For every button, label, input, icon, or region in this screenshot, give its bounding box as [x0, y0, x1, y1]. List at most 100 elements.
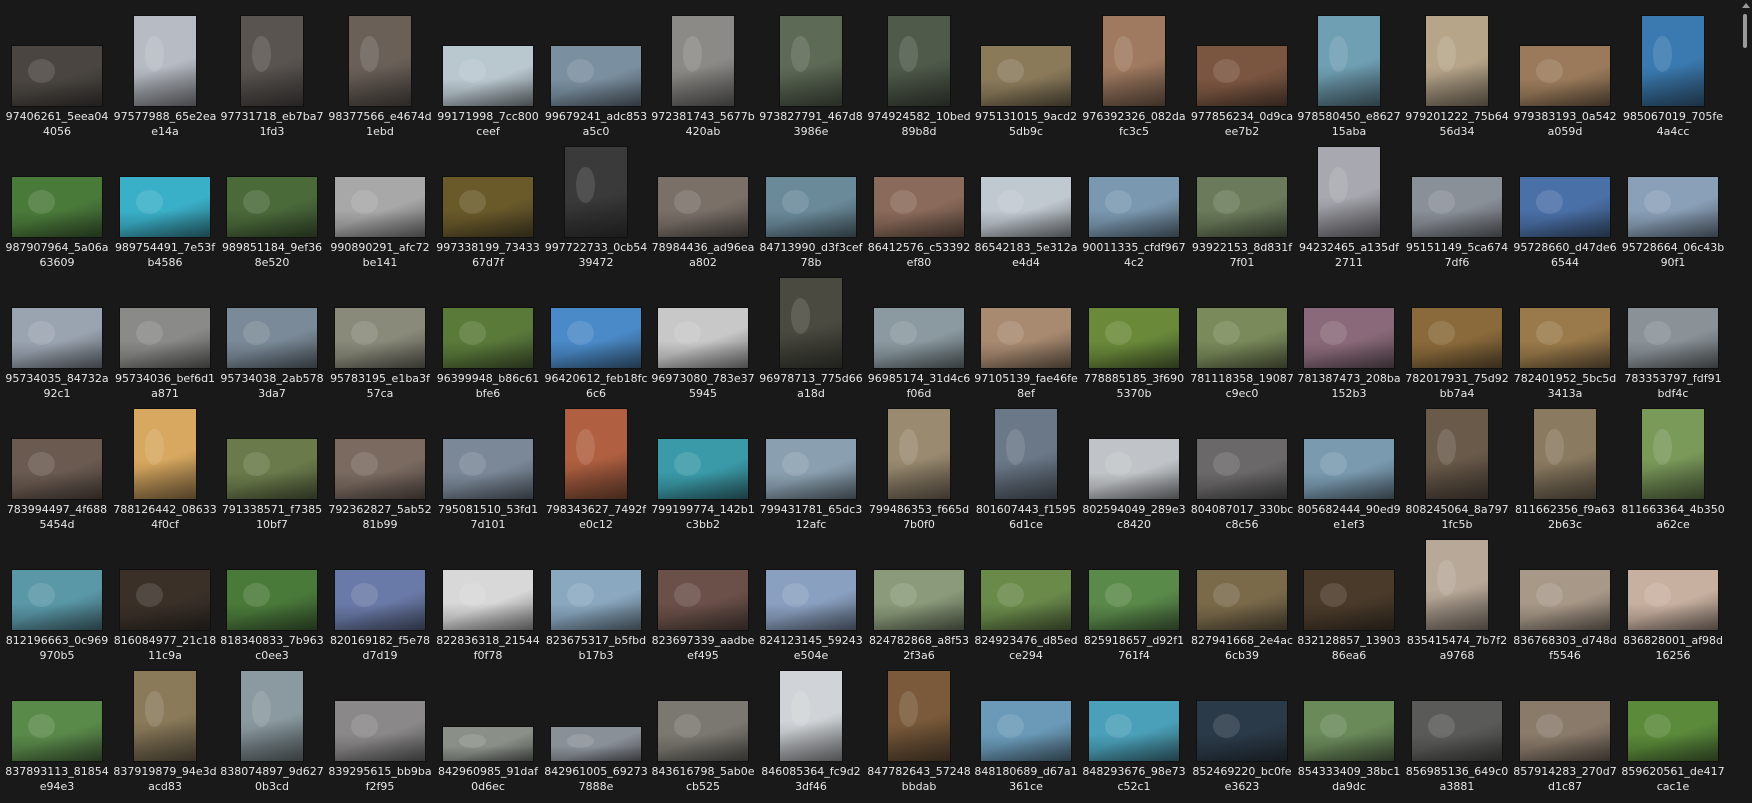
file-item[interactable]: 838074897_9d627 0b3cd [220, 660, 324, 793]
file-item[interactable]: 835415474_7b7f2 a9768 [1405, 529, 1509, 662]
scroll-up-arrow-icon[interactable] [1742, 3, 1750, 8]
file-item[interactable]: 808245064_8a797 1fc5b [1405, 398, 1509, 531]
file-item[interactable]: 95151149_5ca674 7df6 [1405, 136, 1509, 269]
file-item[interactable]: 822836318_21544 f0f78 [436, 529, 540, 662]
file-item[interactable]: 816084977_21c18 11c9a [113, 529, 217, 662]
file-item[interactable]: 978580450_e8627 15aba [1297, 5, 1401, 138]
file-item[interactable]: 97105139_fae46fe 8ef [974, 267, 1078, 400]
file-item[interactable]: 824123145_59243 e504e [759, 529, 863, 662]
file-item[interactable]: 805682444_90ed9 e1ef3 [1297, 398, 1401, 531]
file-item[interactable]: 801607443_f1595 6d1ce [974, 398, 1078, 531]
file-item[interactable]: 837893113_81854 e94e3 [5, 660, 109, 793]
file-item[interactable]: 846085364_fc9d2 3df46 [759, 660, 863, 793]
file-item[interactable]: 974924582_10bed 89b8d [867, 5, 971, 138]
file-item[interactable]: 95728660_d47de6 6544 [1513, 136, 1617, 269]
file-item[interactable]: 97577988_65e2ea e14a [113, 5, 217, 138]
file-item[interactable]: 989851184_9ef36 8e520 [220, 136, 324, 269]
file-item[interactable]: 972381743_5677b 420ab [651, 5, 755, 138]
file-item[interactable]: 86542183_5e312a e4d4 [974, 136, 1078, 269]
file-item[interactable]: 799431781_65dc3 12afc [759, 398, 863, 531]
file-item[interactable]: 783994497_4f688 5454d [5, 398, 109, 531]
file-item[interactable]: 783353797_fdf91 bdf4c [1621, 267, 1725, 400]
file-item[interactable]: 95734038_2ab578 3da7 [220, 267, 324, 400]
file-item[interactable]: 95734035_84732a 92c1 [5, 267, 109, 400]
file-item[interactable]: 84713990_d3f3cef 78b [759, 136, 863, 269]
file-item[interactable]: 811662356_f9a63 2b63c [1513, 398, 1617, 531]
file-item[interactable]: 990890291_afc72 be141 [328, 136, 432, 269]
file-item[interactable]: 811663364_4b350 a62ce [1621, 398, 1725, 531]
file-item[interactable]: 842960985_91daf 0d6ec [436, 660, 540, 793]
file-item[interactable]: 93922153_8d831f 7f01 [1190, 136, 1294, 269]
file-item[interactable]: 825918657_d92f1 761f4 [1082, 529, 1186, 662]
file-item[interactable]: 842961005_69273 7888e [544, 660, 648, 793]
file-item[interactable]: 848180689_d67a1 361ce [974, 660, 1078, 793]
file-item[interactable]: 812196663_0c969 970b5 [5, 529, 109, 662]
file-item[interactable]: 99679241_adc853 a5c0 [544, 5, 648, 138]
file-item[interactable]: 782401952_5bc5d 3413a [1513, 267, 1617, 400]
file-item[interactable]: 856985136_649c0 a3881 [1405, 660, 1509, 793]
file-item[interactable]: 979201222_75b64 56d34 [1405, 5, 1509, 138]
scrollbar-thumb[interactable] [1743, 14, 1747, 48]
file-item[interactable]: 859620561_de417 cac1e [1621, 660, 1725, 793]
file-item[interactable]: 781118358_19087 c9ec0 [1190, 267, 1294, 400]
file-item[interactable]: 827941668_2e4ac 6cb39 [1190, 529, 1294, 662]
file-item[interactable]: 96399948_b86c61 bfe6 [436, 267, 540, 400]
file-item[interactable]: 86412576_c53392 ef80 [867, 136, 971, 269]
file-item[interactable]: 778885185_3f690 5370b [1082, 267, 1186, 400]
file-item[interactable]: 781387473_208ba 152b3 [1297, 267, 1401, 400]
file-item[interactable]: 96978713_775d66 a18d [759, 267, 863, 400]
thumbnail-frame [440, 538, 536, 630]
file-item[interactable]: 95783195_e1ba3f 57ca [328, 267, 432, 400]
file-item[interactable]: 98377566_e4674d 1ebd [328, 5, 432, 138]
file-item[interactable]: 792362827_5ab52 81b99 [328, 398, 432, 531]
file-item[interactable]: 95728664_06c43b 90f1 [1621, 136, 1725, 269]
file-item[interactable]: 997722733_0cb54 39472 [544, 136, 648, 269]
file-item[interactable]: 836828001_af98d 16256 [1621, 529, 1725, 662]
file-item[interactable]: 836768303_d748d f5546 [1513, 529, 1617, 662]
file-item[interactable]: 824923476_d85ed ce294 [974, 529, 1078, 662]
file-item[interactable]: 99171998_7cc800 ceef [436, 5, 540, 138]
file-item[interactable]: 95734036_bef6d1 a871 [113, 267, 217, 400]
file-item[interactable]: 857914283_270d7 d1c87 [1513, 660, 1617, 793]
file-item[interactable]: 985067019_705fe 4a4cc [1621, 5, 1725, 138]
file-item[interactable]: 799486353_f665d 7b0f0 [867, 398, 971, 531]
file-item[interactable]: 94232465_a135df 2711 [1297, 136, 1401, 269]
file-item[interactable]: 798343627_7492f e0c12 [544, 398, 648, 531]
file-item[interactable]: 799199774_142b1 c3bb2 [651, 398, 755, 531]
file-item[interactable]: 832128857_13903 86ea6 [1297, 529, 1401, 662]
file-item[interactable]: 791338571_f7385 10bf7 [220, 398, 324, 531]
file-item[interactable]: 973827791_467d8 3986e [759, 5, 863, 138]
file-item[interactable]: 96985174_31d4c6 f06d [867, 267, 971, 400]
file-item[interactable]: 96973080_783e37 5945 [651, 267, 755, 400]
file-item[interactable]: 839295615_bb9ba f2f95 [328, 660, 432, 793]
file-item[interactable]: 823697339_aadbe ef495 [651, 529, 755, 662]
file-item[interactable]: 795081510_53fd1 7d101 [436, 398, 540, 531]
file-item[interactable]: 78984436_ad96ea a802 [651, 136, 755, 269]
file-item[interactable]: 979383193_0a542 a059d [1513, 5, 1617, 138]
file-item[interactable]: 820169182_f5e78 d7d19 [328, 529, 432, 662]
vertical-scrollbar[interactable] [1740, 0, 1752, 803]
file-item[interactable]: 837919879_94e3d acd83 [113, 660, 217, 793]
file-item[interactable]: 848293676_98e73 c52c1 [1082, 660, 1186, 793]
file-item[interactable]: 788126442_08633 4f0cf [113, 398, 217, 531]
file-item[interactable]: 852469220_bc0fe e3623 [1190, 660, 1294, 793]
file-item[interactable]: 802594049_289e3 c8420 [1082, 398, 1186, 531]
file-item[interactable]: 97731718_eb7ba7 1fd3 [220, 5, 324, 138]
file-item[interactable]: 843616798_5ab0e cb525 [651, 660, 755, 793]
file-item[interactable]: 96420612_feb18fc 6c6 [544, 267, 648, 400]
file-item[interactable]: 987907964_5a06a 63609 [5, 136, 109, 269]
file-item[interactable]: 977856234_0d9ca ee7b2 [1190, 5, 1294, 138]
file-item[interactable]: 997338199_73433 67d7f [436, 136, 540, 269]
file-item[interactable]: 823675317_b5fbd b17b3 [544, 529, 648, 662]
file-item[interactable]: 97406261_5eea04 4056 [5, 5, 109, 138]
file-item[interactable]: 804087017_330bc c8c56 [1190, 398, 1294, 531]
file-item[interactable]: 847782643_57248 bbdab [867, 660, 971, 793]
file-item[interactable]: 975131015_9acd2 5db9c [974, 5, 1078, 138]
file-item[interactable]: 90011335_cfdf967 4c2 [1082, 136, 1186, 269]
file-item[interactable]: 824782868_a8f53 2f3a6 [867, 529, 971, 662]
file-item[interactable]: 782017931_75d92 bb7a4 [1405, 267, 1509, 400]
file-item[interactable]: 854333409_38bc1 da9dc [1297, 660, 1401, 793]
file-item[interactable]: 818340833_7b963 c0ee3 [220, 529, 324, 662]
file-item[interactable]: 989754491_7e53f b4586 [113, 136, 217, 269]
file-item[interactable]: 976392326_082da fc3c5 [1082, 5, 1186, 138]
